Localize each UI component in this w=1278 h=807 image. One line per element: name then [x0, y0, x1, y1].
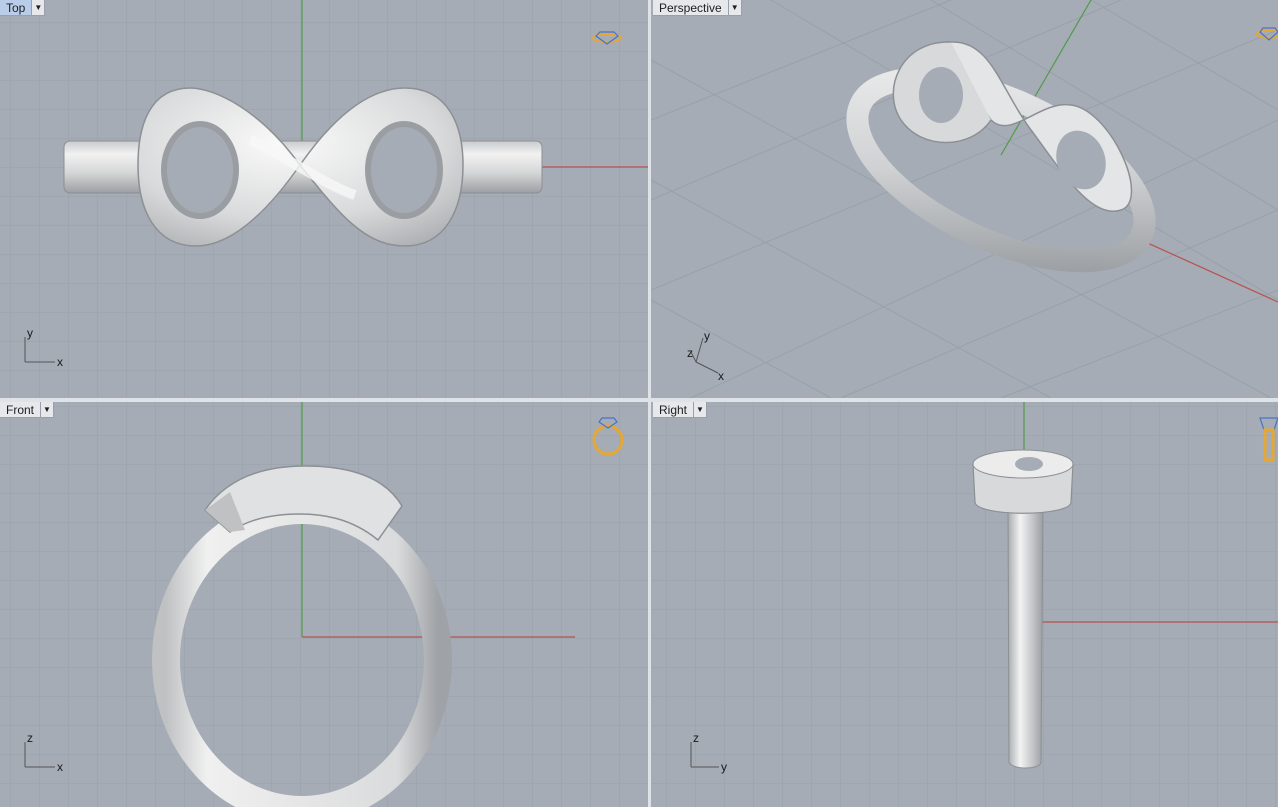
- axis-label-z: z: [693, 731, 699, 745]
- axis-widget-perspective: [690, 337, 719, 374]
- viewport-title-top[interactable]: Top ▼: [0, 0, 46, 16]
- axis-label-x: x: [57, 760, 63, 774]
- viewport-right[interactable]: z y Right ▼: [651, 402, 1278, 807]
- axis-label-y: y: [27, 326, 33, 340]
- viewport-name[interactable]: Top: [0, 0, 33, 16]
- axis-label-y: y: [721, 760, 727, 774]
- axis-label-z: z: [27, 731, 33, 745]
- viewport-front-canvas[interactable]: z x: [0, 402, 648, 807]
- viewport-top-canvas[interactable]: y x: [0, 0, 648, 398]
- viewport-front[interactable]: z x Front ▼: [0, 402, 648, 807]
- axis-label-x: x: [718, 369, 724, 383]
- viewport-title-perspective[interactable]: Perspective ▼: [653, 0, 742, 16]
- viewport-name[interactable]: Front: [0, 402, 42, 418]
- infinity-ring-perspective: [846, 41, 1156, 273]
- dropdown-arrow-icon[interactable]: ▼: [32, 0, 46, 16]
- dropdown-arrow-icon[interactable]: ▼: [41, 402, 55, 418]
- viewport-title-front[interactable]: Front ▼: [0, 402, 55, 418]
- axis-label-y: y: [704, 329, 710, 343]
- dropdown-arrow-icon[interactable]: ▼: [694, 402, 708, 418]
- viewport-title-right[interactable]: Right ▼: [653, 402, 708, 418]
- axis-label-z: z: [687, 346, 693, 360]
- viewport-right-canvas[interactable]: z y: [651, 402, 1278, 807]
- viewport-perspective-canvas[interactable]: y x z: [651, 0, 1278, 398]
- viewport-name[interactable]: Perspective: [653, 0, 729, 16]
- viewport-perspective[interactable]: y x z Perspective ▼: [651, 0, 1278, 398]
- axis-label-x: x: [57, 355, 63, 369]
- viewport-top[interactable]: y x Top ▼: [0, 0, 648, 398]
- viewport-name[interactable]: Right: [653, 402, 695, 418]
- dropdown-arrow-icon[interactable]: ▼: [728, 0, 742, 16]
